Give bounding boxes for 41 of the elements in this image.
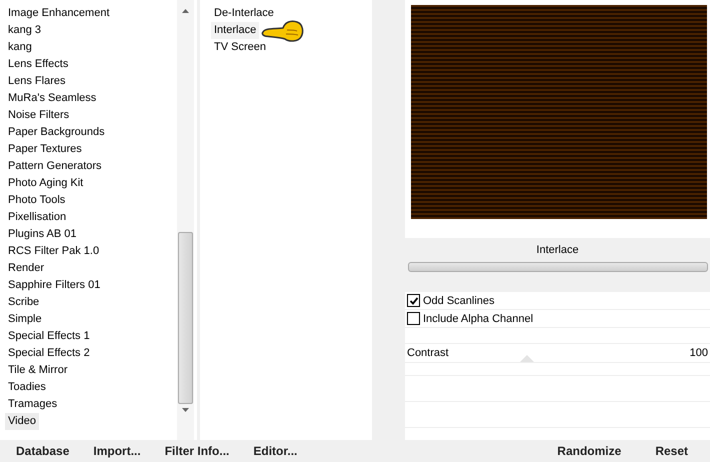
category-item[interactable]: kang [5, 39, 35, 56]
checkbox[interactable] [407, 294, 420, 307]
slider-thumb[interactable] [520, 355, 534, 362]
category-item[interactable]: Pattern Generators [5, 158, 105, 175]
filter-item[interactable]: De-Interlace [211, 5, 277, 22]
category-item[interactable]: Simple [5, 311, 45, 328]
filter-item[interactable]: TV Screen [211, 39, 269, 56]
category-item[interactable]: kang 3 [5, 22, 44, 39]
category-item[interactable]: Lens Flares [5, 73, 68, 90]
slider-label: Contrast [407, 346, 449, 361]
scroll-thumb[interactable] [178, 232, 193, 404]
pointing-hand-icon [261, 18, 306, 44]
category-item[interactable]: Tramages [5, 396, 60, 413]
checkbox-label: Include Alpha Channel [423, 312, 534, 324]
category-item[interactable]: Video [5, 413, 39, 430]
category-item[interactable]: Photo Aging Kit [5, 175, 86, 192]
category-item[interactable]: MuRa's Seamless [5, 90, 100, 107]
category-item[interactable]: Paper Backgrounds [5, 124, 108, 141]
checkbox-label: Odd Scanlines [423, 294, 495, 306]
category-item[interactable]: Image Enhancement [5, 5, 113, 22]
scroll-up-icon[interactable] [182, 9, 189, 13]
category-item[interactable]: Tile & Mirror [5, 362, 70, 379]
category-item[interactable]: Paper Textures [5, 141, 85, 158]
category-item[interactable]: Plugins AB 01 [5, 226, 80, 243]
category-item[interactable]: Pixellisation [5, 209, 70, 226]
scrollbar[interactable] [177, 0, 194, 440]
scroll-down-icon[interactable] [182, 408, 189, 412]
category-item[interactable]: Sapphire Filters 01 [5, 277, 104, 294]
category-item[interactable]: Scribe [5, 294, 42, 311]
checkbox[interactable] [407, 312, 420, 325]
category-item[interactable]: Noise Filters [5, 107, 72, 124]
category-item[interactable]: Special Effects 1 [5, 328, 93, 345]
slider-value: 100 [690, 346, 708, 361]
category-item[interactable]: Render [5, 260, 48, 277]
category-item[interactable]: Photo Tools [5, 192, 68, 209]
filter-title: Interlace [536, 243, 579, 258]
category-item[interactable]: Lens Effects [5, 56, 72, 73]
category-item[interactable]: Toadies [5, 379, 49, 396]
category-item[interactable]: Special Effects 2 [5, 345, 93, 362]
category-item[interactable]: RCS Filter Pak 1.0 [5, 243, 102, 260]
filter-item[interactable]: Interlace [211, 22, 260, 39]
